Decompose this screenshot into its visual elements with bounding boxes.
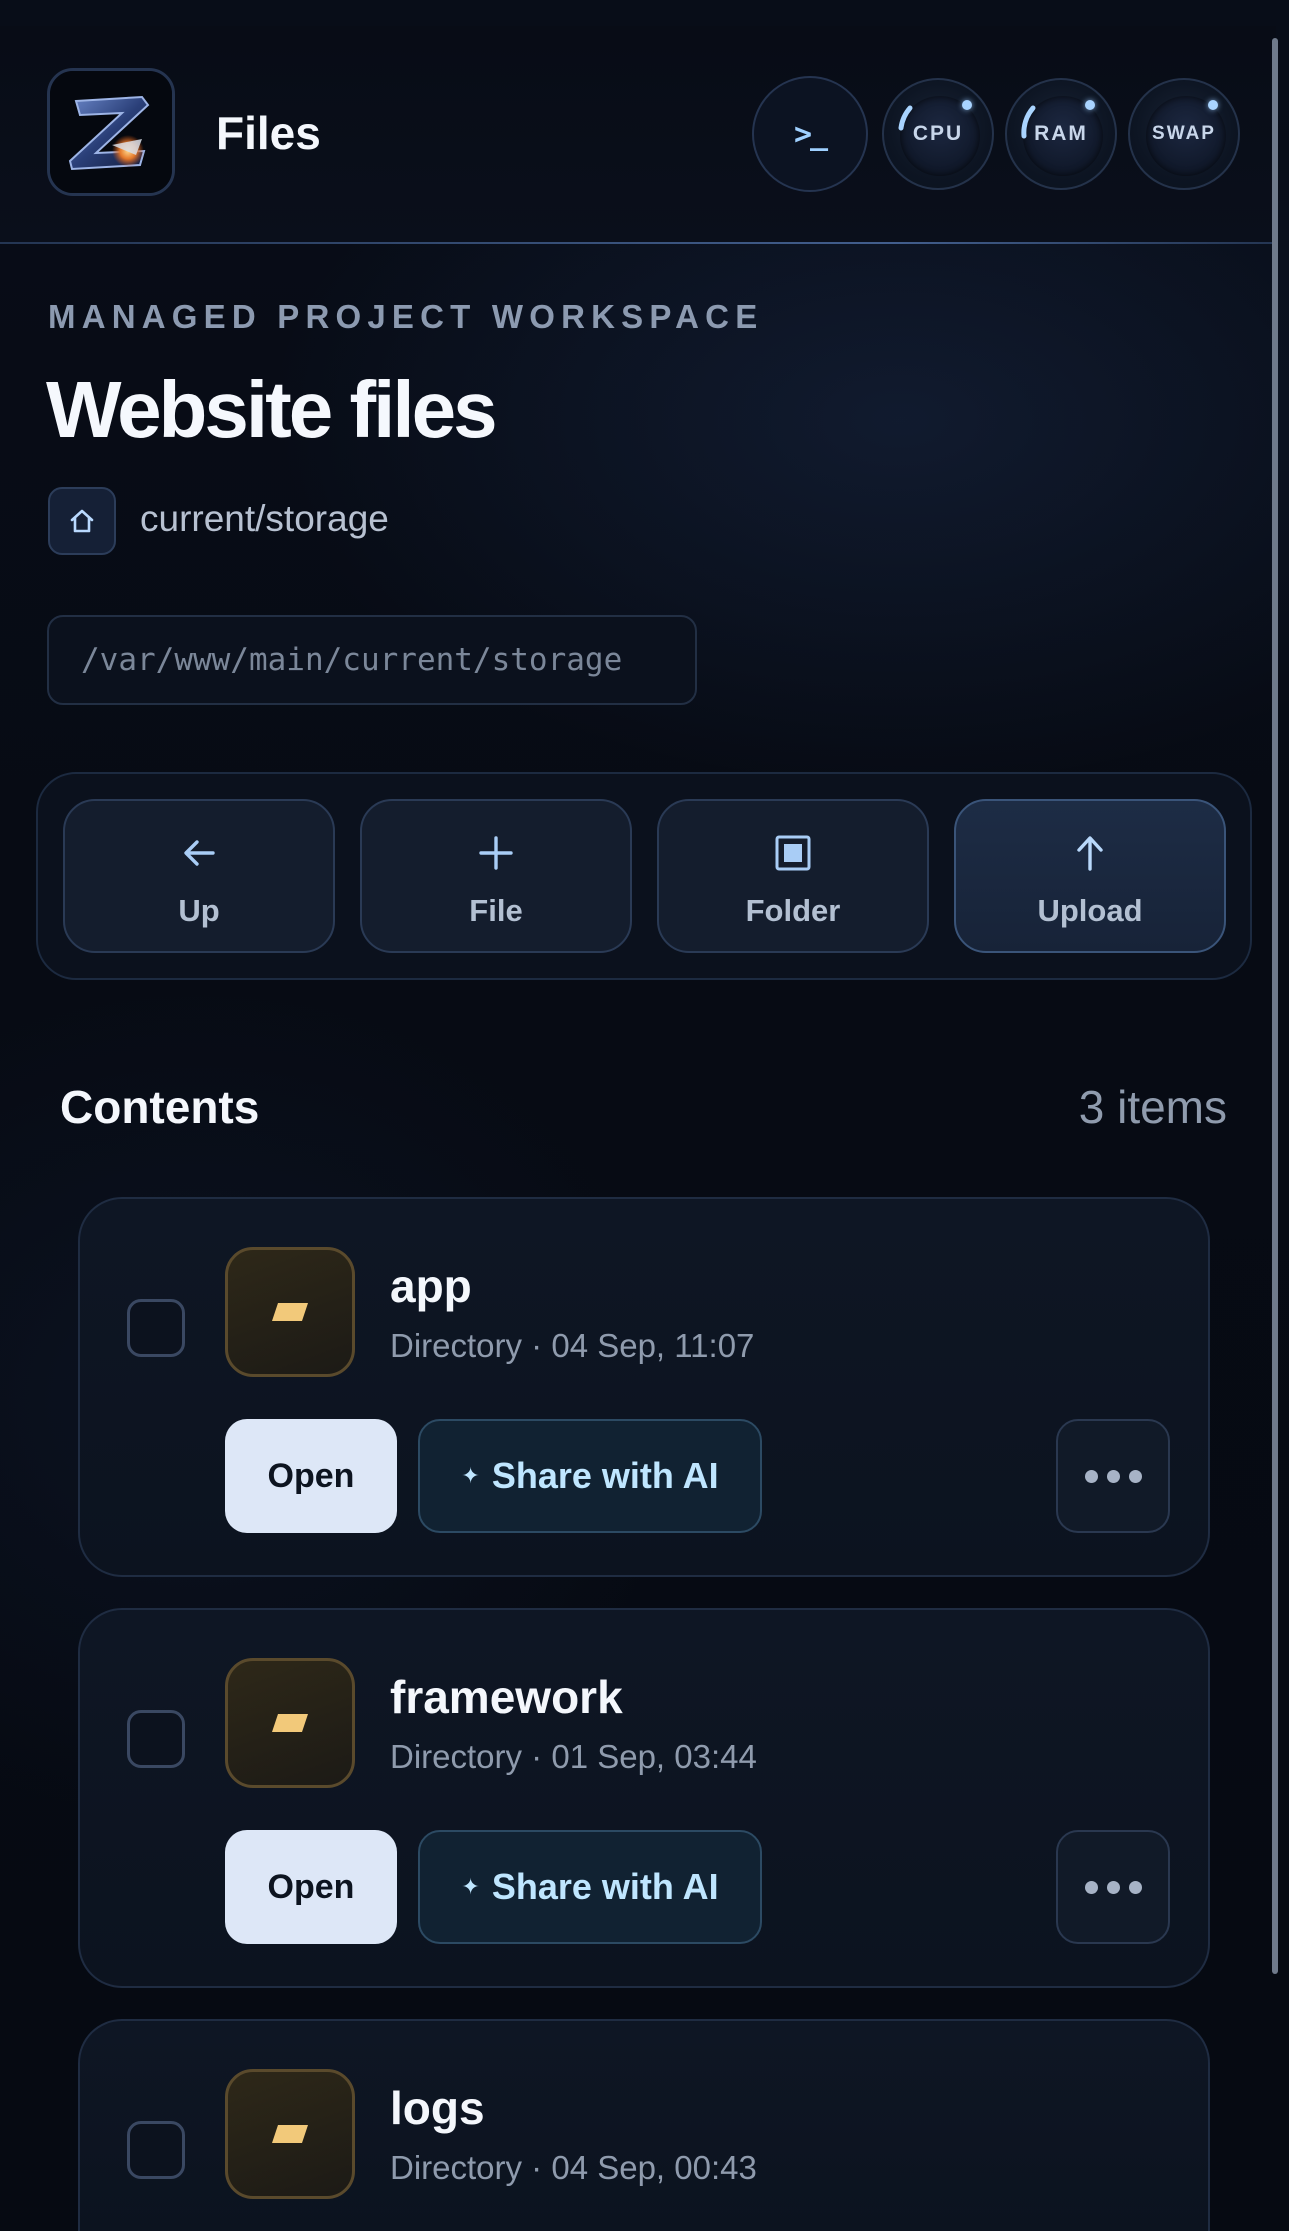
share-with-ai-button[interactable]: ✦ Share with AI bbox=[418, 1830, 762, 1944]
cpu-label: CPU bbox=[912, 122, 964, 145]
sparkle-icon: ✦ bbox=[461, 1874, 480, 1899]
list-item[interactable]: logs Directory · 04 Sep, 00:43 bbox=[78, 2019, 1210, 2231]
list-item[interactable]: framework Directory · 01 Sep, 03:44 Open… bbox=[78, 1608, 1210, 1988]
item-meta: Directory · 04 Sep, 00:43 bbox=[390, 2149, 757, 2186]
ram-gauge[interactable]: RAM bbox=[1005, 78, 1117, 190]
new-folder-button[interactable]: Folder bbox=[657, 799, 929, 953]
select-checkbox[interactable] bbox=[127, 1299, 185, 1357]
page-scrollbar[interactable] bbox=[1272, 38, 1278, 1974]
item-count: 3 items bbox=[1078, 1081, 1227, 1133]
app-title: Files bbox=[216, 107, 321, 159]
sparkle-icon: ✦ bbox=[461, 1463, 480, 1488]
more-dots-icon bbox=[1084, 1469, 1098, 1483]
item-name[interactable]: app bbox=[390, 1259, 472, 1313]
action-toolbar: Up File Folder Upload bbox=[36, 772, 1252, 980]
terminal-icon: >_ bbox=[793, 116, 828, 152]
select-checkbox[interactable] bbox=[127, 1710, 185, 1768]
folder-icon bbox=[272, 1714, 308, 1732]
home-icon bbox=[70, 509, 94, 533]
item-name[interactable]: logs bbox=[390, 2081, 485, 2135]
new-file-button-label: File bbox=[469, 893, 523, 928]
item-meta: Directory · 04 Sep, 11:07 bbox=[390, 1327, 755, 1364]
page-title: Website files bbox=[46, 365, 498, 454]
swap-gauge[interactable]: SWAP bbox=[1128, 78, 1240, 190]
top-bar: Files >_ CPU RAM SWAP bbox=[0, 26, 1276, 244]
directory-tile bbox=[225, 1247, 355, 1377]
more-dots-icon bbox=[1084, 1880, 1098, 1894]
open-button[interactable]: Open bbox=[225, 1419, 397, 1533]
plus-icon bbox=[479, 836, 513, 870]
folder-square-icon bbox=[775, 835, 811, 871]
item-name[interactable]: framework bbox=[390, 1670, 623, 1724]
new-file-button[interactable]: File bbox=[360, 799, 632, 953]
up-button[interactable]: Up bbox=[63, 799, 335, 953]
select-checkbox[interactable] bbox=[127, 2121, 185, 2179]
breadcrumb[interactable]: current/storage bbox=[140, 498, 389, 540]
files-page: Files >_ CPU RAM SWAP MANAGED PROJECT WO… bbox=[0, 0, 1289, 2231]
folder-icon bbox=[272, 2125, 308, 2143]
more-options-button[interactable] bbox=[1056, 1830, 1170, 1944]
arrow-left-icon bbox=[184, 840, 215, 866]
home-button[interactable] bbox=[48, 487, 116, 555]
item-meta: Directory · 01 Sep, 03:44 bbox=[390, 1738, 757, 1775]
upload-button-label: Upload bbox=[1037, 893, 1143, 928]
cpu-gauge[interactable]: CPU bbox=[882, 78, 994, 190]
new-folder-button-label: Folder bbox=[745, 893, 841, 928]
upload-button[interactable]: Upload bbox=[954, 799, 1226, 953]
open-button[interactable]: Open bbox=[225, 1830, 397, 1944]
directory-tile bbox=[225, 2069, 355, 2199]
more-options-button[interactable] bbox=[1056, 1419, 1170, 1533]
z-logo-icon bbox=[50, 71, 172, 193]
swap-label: SWAP bbox=[1152, 123, 1216, 144]
arrow-up-icon bbox=[1077, 836, 1103, 871]
list-item[interactable]: app Directory · 04 Sep, 11:07 Open ✦ Sha… bbox=[78, 1197, 1210, 1577]
directory-tile bbox=[225, 1658, 355, 1788]
folder-icon bbox=[272, 1303, 308, 1321]
share-with-ai-button[interactable]: ✦ Share with AI bbox=[418, 1419, 762, 1533]
up-button-label: Up bbox=[178, 893, 220, 928]
path-text: /var/www/main/current/storage bbox=[81, 642, 623, 678]
share-with-ai-label: Share with AI bbox=[491, 1455, 719, 1496]
share-with-ai-label: Share with AI bbox=[491, 1866, 719, 1907]
path-display[interactable]: /var/www/main/current/storage bbox=[47, 615, 697, 705]
workspace-eyebrow: MANAGED PROJECT WORKSPACE bbox=[48, 298, 764, 335]
app-logo[interactable] bbox=[47, 68, 175, 196]
ram-label: RAM bbox=[1034, 122, 1088, 145]
contents-title: Contents bbox=[60, 1081, 260, 1133]
terminal-button[interactable]: >_ bbox=[752, 76, 868, 192]
